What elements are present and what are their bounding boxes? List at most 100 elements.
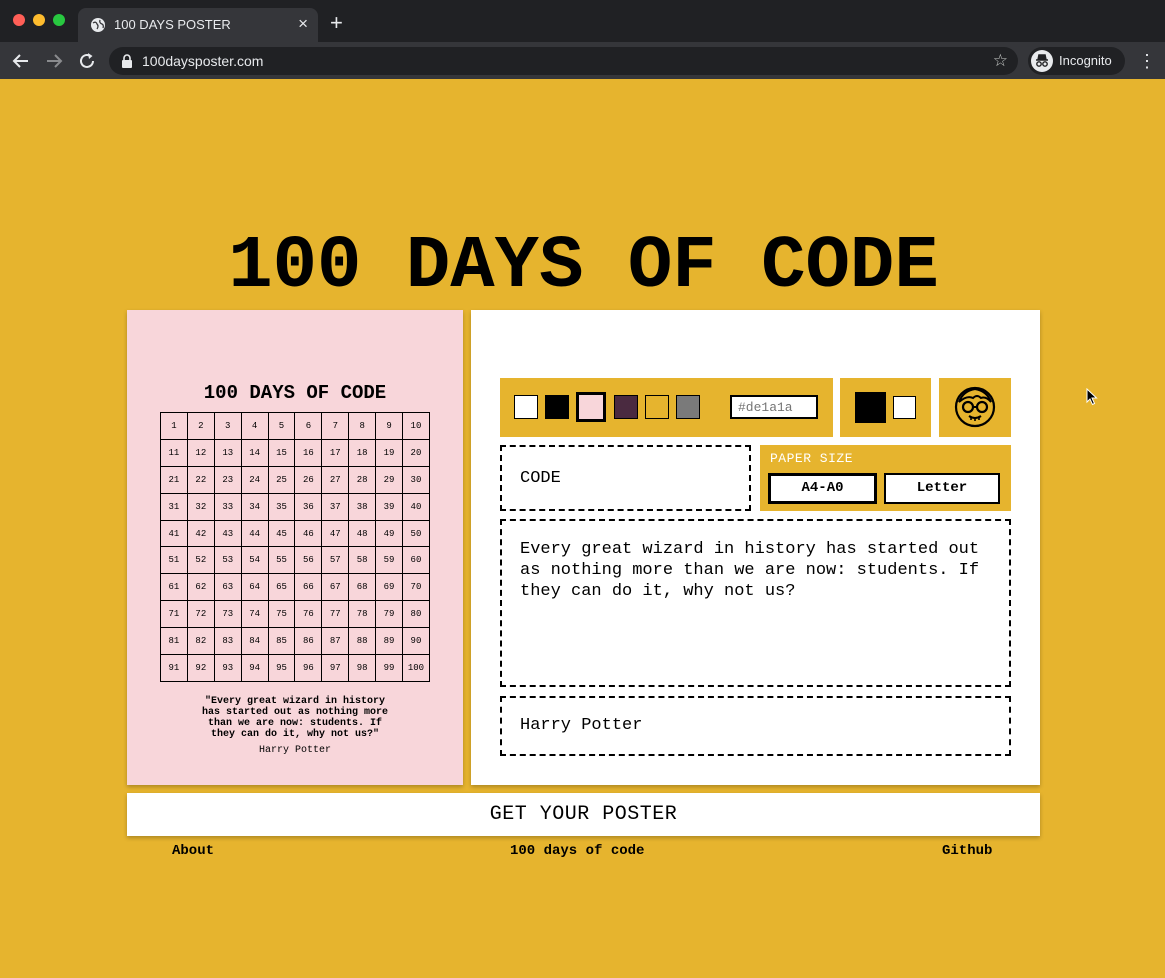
- page-title: 100 DAYS OF CODE: [228, 225, 939, 309]
- day-cell: 98: [348, 654, 377, 682]
- quote-textarea[interactable]: Every great wizard in history has starte…: [500, 519, 1011, 687]
- day-cell: 43: [213, 519, 242, 548]
- day-cell: 25: [267, 465, 296, 494]
- day-cell: 100: [402, 654, 430, 682]
- paper-size-letter-button[interactable]: Letter: [884, 473, 1000, 504]
- day-cell: 39: [375, 492, 404, 521]
- mouse-cursor-icon: [1086, 388, 1098, 406]
- day-cell: 89: [375, 627, 404, 656]
- day-cell: 35: [267, 492, 296, 521]
- day-cell: 99: [375, 654, 404, 682]
- tab-title: 100 DAYS POSTER: [114, 17, 231, 32]
- day-cell: 28: [348, 465, 377, 494]
- browser-toolbar: 100daysposter.com ☆ Incognito ⋮: [0, 42, 1165, 79]
- color-swatch[interactable]: [545, 395, 569, 419]
- day-cell: 76: [294, 600, 323, 629]
- hex-color-input[interactable]: [730, 395, 818, 419]
- day-cell: 18: [348, 438, 377, 467]
- day-cell: 73: [213, 600, 242, 629]
- day-cell: 26: [294, 465, 323, 494]
- dark-theme-button[interactable]: [855, 392, 886, 423]
- forward-arrow-icon[interactable]: [43, 50, 65, 72]
- window-minimize-icon[interactable]: [33, 14, 45, 26]
- day-cell: 37: [321, 492, 350, 521]
- window-close-icon[interactable]: [13, 14, 25, 26]
- day-cell: 83: [213, 627, 242, 656]
- day-cell: 27: [321, 465, 350, 494]
- day-cell: 2: [186, 412, 215, 440]
- day-cell: 22: [186, 465, 215, 494]
- day-cell: 52: [186, 546, 215, 575]
- browser-tab[interactable]: 100 DAYS POSTER ×: [78, 8, 318, 42]
- color-swatch[interactable]: [614, 395, 638, 419]
- author-input[interactable]: Harry Potter: [500, 696, 1011, 756]
- day-cell: 16: [294, 438, 323, 467]
- paper-size-selector: PAPER SIZE A4-A0 Letter: [760, 445, 1011, 511]
- footer-github-link[interactable]: Github: [942, 843, 992, 859]
- day-cell: 23: [213, 465, 242, 494]
- day-cell: 91: [160, 654, 188, 682]
- day-cell: 24: [240, 465, 269, 494]
- day-cell: 45: [267, 519, 296, 548]
- day-cell: 40: [402, 492, 430, 521]
- day-cell: 6: [294, 412, 323, 440]
- day-cell: 54: [240, 546, 269, 575]
- days-grid-row: 41 42 43 44 45 46 47 48 49 50: [160, 519, 430, 548]
- incognito-badge[interactable]: Incognito: [1028, 47, 1125, 75]
- light-theme-button[interactable]: [893, 396, 916, 419]
- window-zoom-icon[interactable]: [53, 14, 65, 26]
- days-grid-row: 71 72 73 74 75 76 77 78 79 80: [160, 600, 430, 629]
- day-cell: 51: [160, 546, 188, 575]
- day-cell: 20: [402, 438, 430, 467]
- day-cell: 90: [402, 627, 430, 656]
- tab-close-icon[interactable]: ×: [298, 14, 308, 34]
- day-cell: 95: [267, 654, 296, 682]
- paper-size-a4-button[interactable]: A4-A0: [768, 473, 877, 504]
- day-cell: 60: [402, 546, 430, 575]
- footer-100-days-link[interactable]: 100 days of code: [510, 843, 644, 859]
- day-cell: 14: [240, 438, 269, 467]
- bookmark-star-icon[interactable]: ☆: [993, 51, 1008, 71]
- address-url: 100daysposter.com: [142, 53, 264, 69]
- day-cell: 58: [348, 546, 377, 575]
- color-swatch[interactable]: [576, 392, 606, 422]
- day-cell: 15: [267, 438, 296, 467]
- day-cell: 34: [240, 492, 269, 521]
- day-cell: 9: [375, 412, 404, 440]
- incognito-label: Incognito: [1059, 53, 1112, 68]
- new-tab-icon[interactable]: +: [330, 12, 343, 34]
- day-cell: 97: [321, 654, 350, 682]
- color-swatch[interactable]: [676, 395, 700, 419]
- day-cell: 88: [348, 627, 377, 656]
- avatar-button[interactable]: [939, 378, 1011, 437]
- day-cell: 65: [267, 573, 296, 602]
- poster-preview: 100 DAYS OF CODE 1 2 3 4 5 6 7 8 9 10 11 12 13 14 15 16…: [127, 310, 463, 785]
- day-cell: 48: [348, 519, 377, 548]
- footer-about-link[interactable]: About: [172, 843, 214, 859]
- back-arrow-icon[interactable]: [10, 50, 32, 72]
- code-text-input[interactable]: CODE: [500, 445, 751, 511]
- get-poster-button[interactable]: GET YOUR POSTER: [127, 793, 1040, 836]
- day-cell: 13: [213, 438, 242, 467]
- browser-menu-icon[interactable]: ⋮: [1138, 50, 1156, 72]
- address-bar[interactable]: 100daysposter.com ☆: [109, 47, 1018, 75]
- reload-icon[interactable]: [76, 50, 98, 72]
- day-cell: 5: [267, 412, 296, 440]
- color-swatch[interactable]: [645, 395, 669, 419]
- day-cell: 62: [186, 573, 215, 602]
- day-cell: 30: [402, 465, 430, 494]
- browser-chrome: 100 DAYS POSTER × + 100daysposter.com ☆: [0, 0, 1165, 79]
- days-grid-row: 81 82 83 84 85 86 87 88 89 90: [160, 627, 430, 656]
- day-cell: 77: [321, 600, 350, 629]
- day-cell: 32: [186, 492, 215, 521]
- day-cell: 80: [402, 600, 430, 629]
- day-cell: 74: [240, 600, 269, 629]
- days-grid-row: 11 12 13 14 15 16 17 18 19 20: [160, 438, 430, 467]
- day-cell: 93: [213, 654, 242, 682]
- days-grid-row: 21 22 23 24 25 26 27 28 29 30: [160, 465, 430, 494]
- color-swatch[interactable]: [514, 395, 538, 419]
- day-cell: 38: [348, 492, 377, 521]
- incognito-icon: [1031, 50, 1053, 72]
- theme-toggle: [840, 378, 931, 437]
- day-cell: 68: [348, 573, 377, 602]
